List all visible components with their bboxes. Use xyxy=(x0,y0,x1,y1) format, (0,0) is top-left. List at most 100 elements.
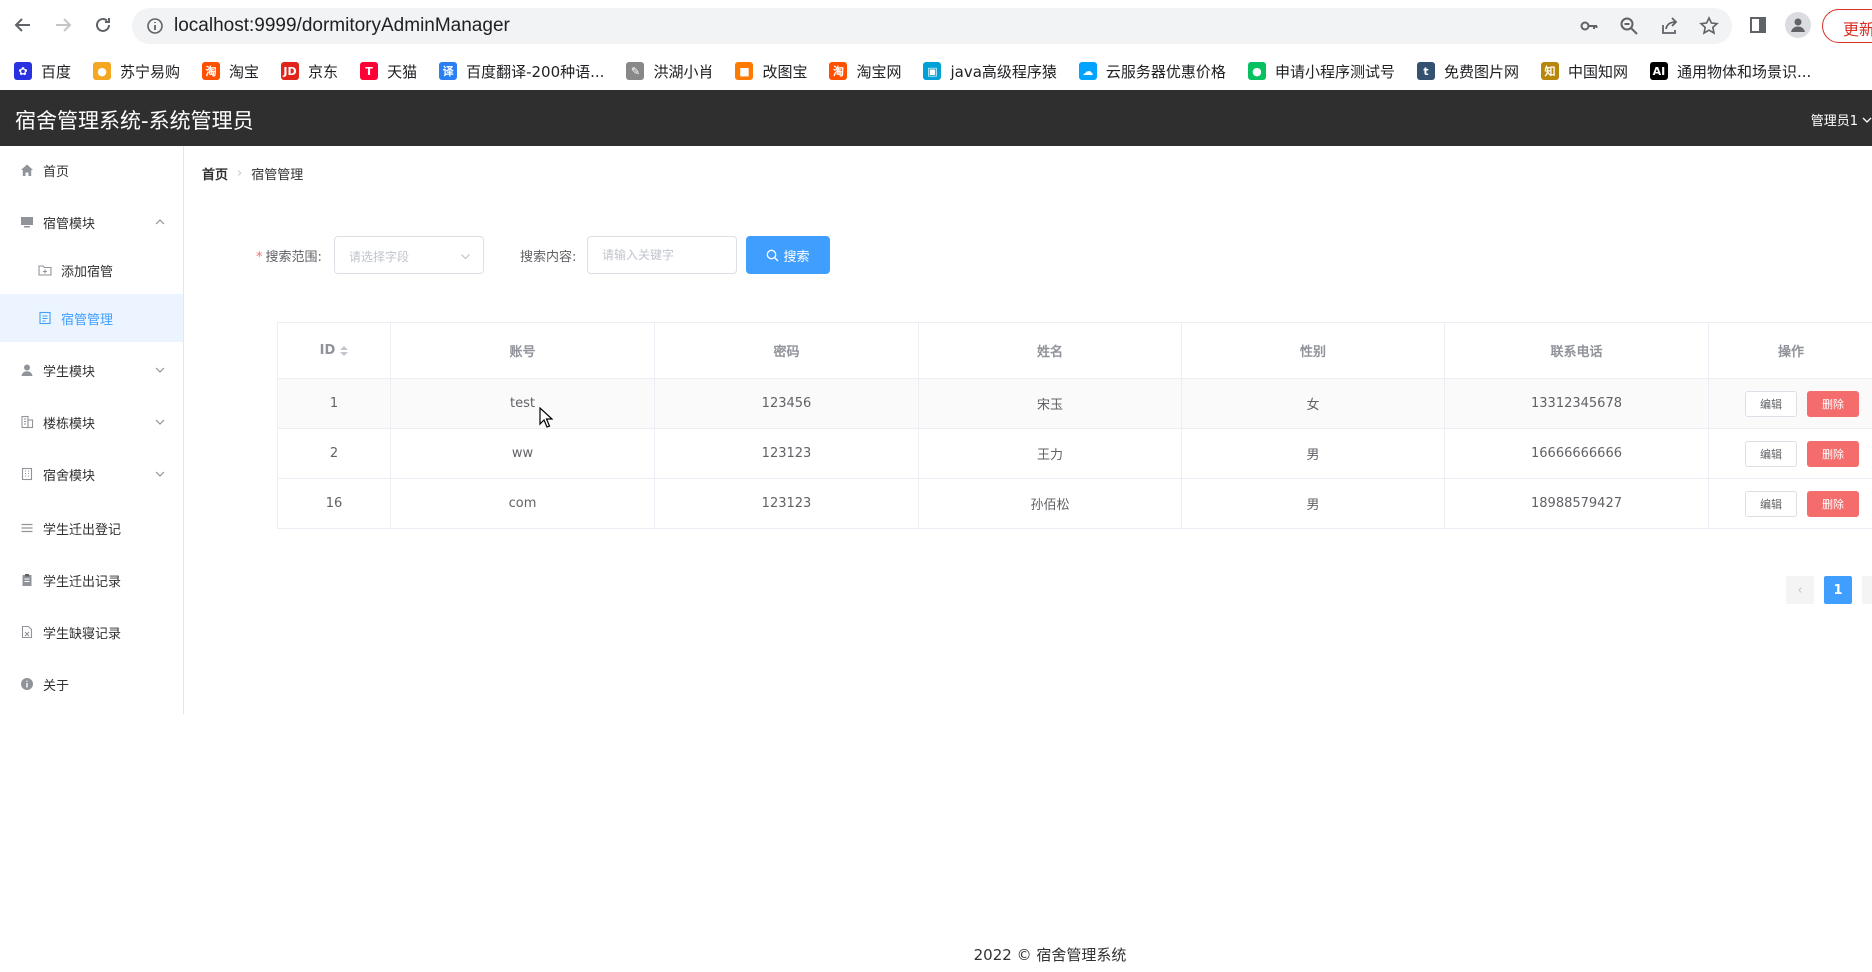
sidebar-item-label: 宿舍模块 xyxy=(43,468,96,484)
address-bar[interactable]: localhost:9999/dormitoryAdminManager xyxy=(132,8,1732,44)
column-header-id[interactable]: ID xyxy=(278,323,391,379)
delete-button[interactable]: 删除 xyxy=(1807,440,1859,467)
home-icon xyxy=(20,163,34,177)
bookmark-label: 天猫 xyxy=(387,62,418,81)
building-icon xyxy=(20,415,34,429)
table-header-row: ID 账号 密码 姓名 性别 联系电话 操作 xyxy=(278,323,1872,379)
page-number-button[interactable]: 1 xyxy=(1824,576,1852,604)
bookmark-favicon-icon: ▣ xyxy=(923,62,942,80)
bookmark-item[interactable]: ▣ java高级程序猿 xyxy=(923,61,1057,82)
bookmark-label: 云服务器优惠价格 xyxy=(1105,62,1226,81)
bookmark-item[interactable]: ● 苏宁易购 xyxy=(93,61,180,82)
bookmark-favicon-icon: JD xyxy=(281,62,300,80)
address-bar-actions xyxy=(1578,15,1720,37)
user-menu[interactable]: 管理员1 xyxy=(1811,110,1872,129)
column-header-phone: 联系电话 xyxy=(1445,323,1709,379)
share-icon[interactable] xyxy=(1658,15,1680,37)
cell-actions: 编辑 删除 xyxy=(1709,429,1872,479)
sidebar-item-dormitory-module[interactable]: 宿舍模块 xyxy=(0,450,183,498)
forward-arrow-icon[interactable] xyxy=(48,10,78,40)
search-button-label: 搜索 xyxy=(783,248,810,264)
bookmark-item[interactable]: 知中国知网 xyxy=(1540,61,1628,82)
bookmark-favicon-icon: t xyxy=(1416,62,1435,80)
edit-button[interactable]: 编辑 xyxy=(1745,490,1797,517)
sidebar-item-add-dorm-admin[interactable]: 添加宿管 xyxy=(0,246,183,294)
cell-phone: 18988579427 xyxy=(1445,479,1709,529)
table-row: 2 ww 123123 王力 男 16666666666 编辑 删除 xyxy=(278,429,1872,479)
bookmark-item[interactable]: AI 通用物体和场景识... xyxy=(1649,61,1811,82)
bookmark-item[interactable]: 淘淘宝 xyxy=(202,61,259,82)
chevron-down-icon xyxy=(1862,117,1872,123)
chevron-down-icon xyxy=(461,254,470,260)
delete-button[interactable]: 删除 xyxy=(1807,390,1859,417)
sidebar-item-dorm-admin-manage[interactable]: 宿管管理 xyxy=(0,294,183,342)
search-scope-select[interactable]: 请选择字段 xyxy=(334,236,484,274)
sort-icon[interactable] xyxy=(340,345,349,356)
delete-button[interactable]: 删除 xyxy=(1807,490,1859,517)
sidebar-item-student-absence-records[interactable]: 学生缺寝记录 xyxy=(0,608,183,656)
bookmark-item[interactable]: ☁ 云服务器优惠价格 xyxy=(1078,61,1226,82)
address-bar-row: localhost:9999/dormitoryAdminManager 更新 xyxy=(0,0,1872,52)
search-input[interactable] xyxy=(587,236,737,274)
column-header-account: 账号 xyxy=(391,323,655,379)
bookmark-label: 百度翻译-200种语... xyxy=(466,62,605,81)
folder-add-icon xyxy=(38,263,52,277)
bookmark-item[interactable]: T 天猫 xyxy=(360,61,417,82)
bookmark-item[interactable]: ■ 改图宝 xyxy=(735,61,807,82)
cell-account: com xyxy=(391,479,655,529)
site-info-icon[interactable] xyxy=(146,17,164,35)
dorm-admin-table: ID 账号 密码 姓名 性别 联系电话 操作 1 test 123456 宋玉 … xyxy=(277,322,1872,529)
sidebar-item-student-module[interactable]: 学生模块 xyxy=(0,346,183,394)
sidebar-item-student-moveout-register[interactable]: 学生迁出登记 xyxy=(0,504,183,552)
reload-icon[interactable] xyxy=(88,10,118,40)
zoom-icon[interactable] xyxy=(1618,15,1640,37)
app-header: 宿舍管理系统-系统管理员 管理员1 xyxy=(0,90,1872,146)
bookmark-item[interactable]: ✎ 洪湖小肖 xyxy=(626,61,713,82)
side-panel-icon[interactable] xyxy=(1745,12,1771,38)
bookmark-label: 改图宝 xyxy=(762,62,808,81)
sidebar-item-label: 学生缺寝记录 xyxy=(43,626,122,642)
cell-actions: 编辑 删除 xyxy=(1709,379,1872,429)
chevron-up-icon xyxy=(155,219,165,225)
bookmark-favicon-icon: 知 xyxy=(1540,62,1559,80)
table-row: 16 com 123123 孙佰松 男 18988579427 编辑 删除 xyxy=(278,479,1872,529)
url-text[interactable]: localhost:9999/dormitoryAdminManager xyxy=(174,15,510,37)
search-button[interactable]: 搜索 xyxy=(746,236,830,274)
breadcrumb-separator-icon: › xyxy=(237,166,243,181)
sidebar-item-home[interactable]: 首页 xyxy=(0,146,183,194)
app-title: 宿舍管理系统-系统管理员 xyxy=(15,109,254,133)
bookmark-favicon-icon: ● xyxy=(93,62,112,80)
key-icon[interactable] xyxy=(1578,15,1600,37)
edit-button[interactable]: 编辑 xyxy=(1745,440,1797,467)
bookmark-label: 京东 xyxy=(308,62,339,81)
sidebar-item-student-moveout-records[interactable]: 学生迁出记录 xyxy=(0,556,183,604)
bookmark-item[interactable]: 译百度翻译-200种语... xyxy=(439,61,604,82)
next-page-button[interactable]: › xyxy=(1862,576,1872,604)
back-arrow-icon[interactable] xyxy=(8,10,38,40)
bookmark-item[interactable]: ● 申请小程序测试号 xyxy=(1247,61,1395,82)
prev-page-button[interactable]: ‹ xyxy=(1786,576,1814,604)
profile-avatar-icon[interactable] xyxy=(1785,12,1811,38)
edit-button[interactable]: 编辑 xyxy=(1745,390,1797,417)
bookmark-favicon-icon: 淘 xyxy=(202,62,221,80)
bookmark-star-icon[interactable] xyxy=(1698,15,1720,37)
sidebar-item-about[interactable]: 关于 xyxy=(0,660,183,708)
sidebar-item-dorm-admin-module[interactable]: 宿管模块 xyxy=(0,198,183,246)
bookmark-item[interactable]: ✿ 百度 xyxy=(14,61,71,82)
sidebar-item-building-module[interactable]: 楼栋模块 xyxy=(0,398,183,446)
cell-gender: 男 xyxy=(1182,429,1445,479)
sidebar-item-label: 添加宿管 xyxy=(61,264,114,280)
list-icon xyxy=(20,521,34,535)
column-header-label: ID xyxy=(319,343,336,358)
bookmark-item[interactable]: 淘淘宝网 xyxy=(829,61,901,82)
bookmark-item[interactable]: t 免费图片网 xyxy=(1416,61,1519,82)
browser-update-button[interactable]: 更新 xyxy=(1822,9,1872,43)
bookmark-item[interactable]: JD 京东 xyxy=(281,61,338,82)
search-scope-label-text: 搜索范围: xyxy=(265,250,322,265)
cell-phone: 13312345678 xyxy=(1445,379,1709,429)
breadcrumb-home[interactable]: 首页 xyxy=(202,164,228,183)
mouse-cursor-icon xyxy=(539,407,553,428)
document-icon xyxy=(38,311,52,325)
chevron-down-icon xyxy=(155,471,165,477)
bookmark-label: 百度 xyxy=(41,62,72,81)
